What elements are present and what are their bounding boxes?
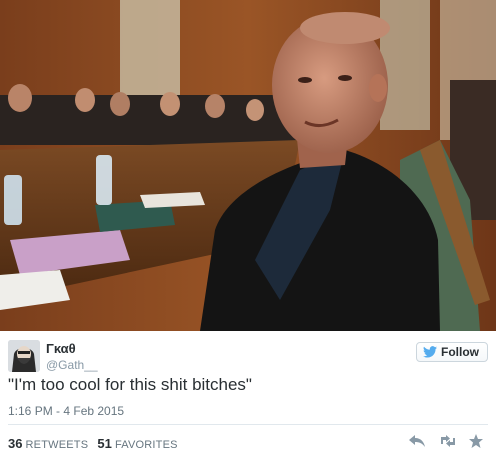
tweet-text: "I'm too cool for this shit bitches": [8, 375, 252, 394]
display-name[interactable]: Γκαθ: [46, 341, 76, 356]
follow-button-label: Follow: [441, 345, 479, 359]
tweet-stats: 36 RETWEETS 51 FAVORITES: [8, 436, 178, 451]
user-handle[interactable]: @Gath__: [46, 358, 98, 372]
retweets-count[interactable]: 36: [8, 436, 22, 451]
favorites-label[interactable]: FAVORITES: [115, 439, 178, 451]
tweet-header: Γκαθ @Gath__ Follow: [8, 338, 488, 372]
reply-icon[interactable]: [408, 433, 426, 449]
favorites-count[interactable]: 51: [97, 436, 111, 451]
divider: [8, 424, 488, 425]
bird-icon: [423, 346, 437, 358]
follow-button[interactable]: Follow: [416, 342, 488, 362]
retweets-label[interactable]: RETWEETS: [26, 439, 89, 451]
avatar[interactable]: [8, 340, 40, 372]
retweet-icon[interactable]: [438, 433, 456, 449]
tweet-timestamp[interactable]: 1:16 PM - 4 Feb 2015: [8, 404, 124, 418]
tweet-photo[interactable]: [0, 0, 496, 331]
tweet-actions: [408, 433, 486, 449]
star-icon[interactable]: [468, 433, 486, 449]
